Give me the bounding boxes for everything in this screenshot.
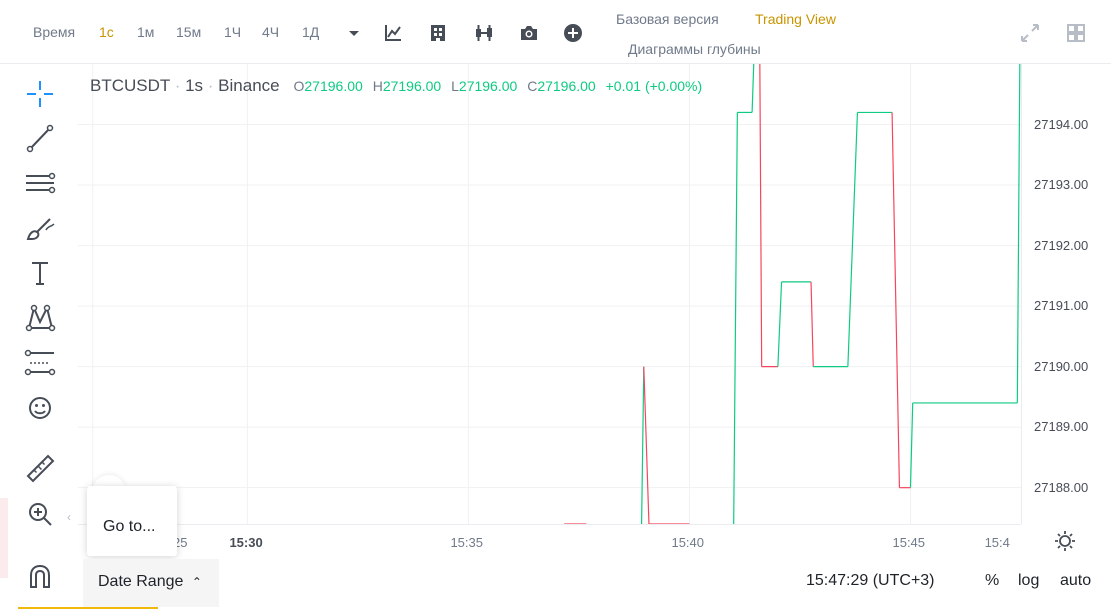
- add-circle-icon[interactable]: [562, 22, 584, 44]
- price-segment: [891, 112, 901, 488]
- price-segment: [810, 281, 814, 367]
- timeframe-1d[interactable]: 1Д: [302, 24, 319, 40]
- price-segment: [777, 281, 783, 367]
- legend-symbol: BTCUSDT: [90, 76, 170, 95]
- zoom-in-icon[interactable]: [22, 496, 58, 532]
- legend-open: 27196.00: [304, 78, 363, 94]
- view-tradingview-link[interactable]: Trading View: [755, 11, 836, 27]
- price-segment: [733, 112, 738, 524]
- time-tick-label: 15:30: [229, 535, 263, 550]
- price-tick-label: 27188.00: [1034, 479, 1089, 495]
- legend-change: +0.01 (+0.00%): [605, 78, 703, 94]
- fullscreen-icon[interactable]: [1019, 22, 1041, 44]
- time-tick-label: 15:45: [892, 535, 926, 550]
- price-segment: [643, 366, 650, 524]
- brush-icon[interactable]: [22, 210, 58, 246]
- time-axis[interactable]: 25 15:30 15:35 15:40 15:45 15:4: [78, 524, 1021, 558]
- legend-open-label: O: [293, 78, 305, 94]
- trading-chart-widget: Время 1с 1м 15м 1Ч 4Ч 1Д Базовая версия …: [0, 0, 1111, 616]
- pattern-icon[interactable]: [22, 300, 58, 336]
- fib-lines-icon[interactable]: [22, 165, 58, 201]
- ruler-icon[interactable]: [22, 450, 58, 486]
- goto-button[interactable]: Go to...: [87, 486, 177, 556]
- chart-settings-icon[interactable]: [1054, 530, 1076, 552]
- time-tick-label: 15:35: [450, 535, 483, 550]
- price-tick-label: 27189.00: [1034, 419, 1089, 435]
- date-range-label: Date Range: [98, 573, 184, 590]
- legend-exchange: Binance: [218, 76, 280, 95]
- top-toolbar: Время 1с 1м 15м 1Ч 4Ч 1Д Базовая версия …: [0, 0, 1111, 64]
- crosshair-icon[interactable]: [22, 76, 58, 112]
- bottom-bar: Date Range ⌃ 15:47:29 (UTC+3) % log auto: [0, 558, 1111, 616]
- timeframe-1s[interactable]: 1с: [99, 24, 114, 40]
- text-tool-icon[interactable]: [22, 255, 58, 291]
- legend-high: 27196.00: [382, 78, 442, 94]
- price-tick-label: 27192.00: [1034, 237, 1089, 253]
- price-tick-label: 27190.00: [1034, 358, 1089, 374]
- price-chart[interactable]: [78, 64, 1021, 524]
- price-tick-label: 27191.00: [1034, 298, 1089, 314]
- trend-line-icon[interactable]: [22, 120, 58, 156]
- price-segment: [847, 112, 859, 367]
- prediction-tool-icon[interactable]: [22, 345, 58, 381]
- price-tick-label: 27194.00: [1034, 116, 1089, 132]
- time-tick-label: 15:4: [984, 535, 1010, 550]
- chevron-left-icon[interactable]: ‹: [67, 510, 71, 524]
- timeframe-1m[interactable]: 1м: [137, 24, 154, 40]
- legend-close-label: C: [527, 78, 538, 94]
- price-segment: [640, 366, 645, 524]
- legend-high-label: H: [372, 78, 383, 94]
- legend-low: 27196.00: [458, 78, 518, 94]
- time-label: Время: [33, 24, 76, 40]
- date-range-button[interactable]: Date Range ⌃: [83, 559, 219, 607]
- log-scale-toggle[interactable]: log: [1018, 572, 1039, 590]
- clock-display[interactable]: 15:47:29 (UTC+3): [806, 572, 935, 590]
- chart-legend: BTCUSDT · 1s · Binance O27196.00 H27196.…: [90, 76, 703, 95]
- price-axis[interactable]: 27194.00 27193.00 27192.00 27191.00 27190.00…: [1021, 64, 1111, 524]
- active-tab-underline: [18, 607, 158, 609]
- legend-interval: 1s: [185, 76, 204, 95]
- candle-type-icon[interactable]: [473, 22, 495, 44]
- timeframe-dropdown-icon[interactable]: [343, 22, 365, 44]
- indicators-icon[interactable]: [382, 22, 404, 44]
- price-segment: [751, 64, 755, 113]
- price-tick-label: 27193.00: [1034, 177, 1089, 193]
- legend-close: 27196.00: [537, 78, 596, 94]
- price-segment: [759, 64, 763, 367]
- chevron-up-icon: ⌃: [191, 575, 202, 589]
- legend-low-label: L: [451, 78, 459, 94]
- timeframe-15m[interactable]: 15м: [176, 24, 201, 40]
- timeframe-4h[interactable]: 4Ч: [262, 24, 279, 40]
- camera-icon[interactable]: [518, 22, 540, 44]
- timeframe-1h[interactable]: 1Ч: [224, 24, 241, 40]
- templates-icon[interactable]: [427, 22, 449, 44]
- emoji-icon[interactable]: [22, 390, 58, 426]
- layout-grid-icon[interactable]: [1065, 22, 1087, 44]
- view-basic-link[interactable]: Базовая версия: [616, 11, 719, 27]
- view-depth-link[interactable]: Диаграммы глубины: [628, 41, 761, 57]
- auto-scale-toggle[interactable]: auto: [1060, 572, 1091, 590]
- price-segment: [1016, 64, 1021, 403]
- percent-scale-toggle[interactable]: %: [985, 572, 999, 590]
- time-tick-label: 15:40: [671, 535, 705, 550]
